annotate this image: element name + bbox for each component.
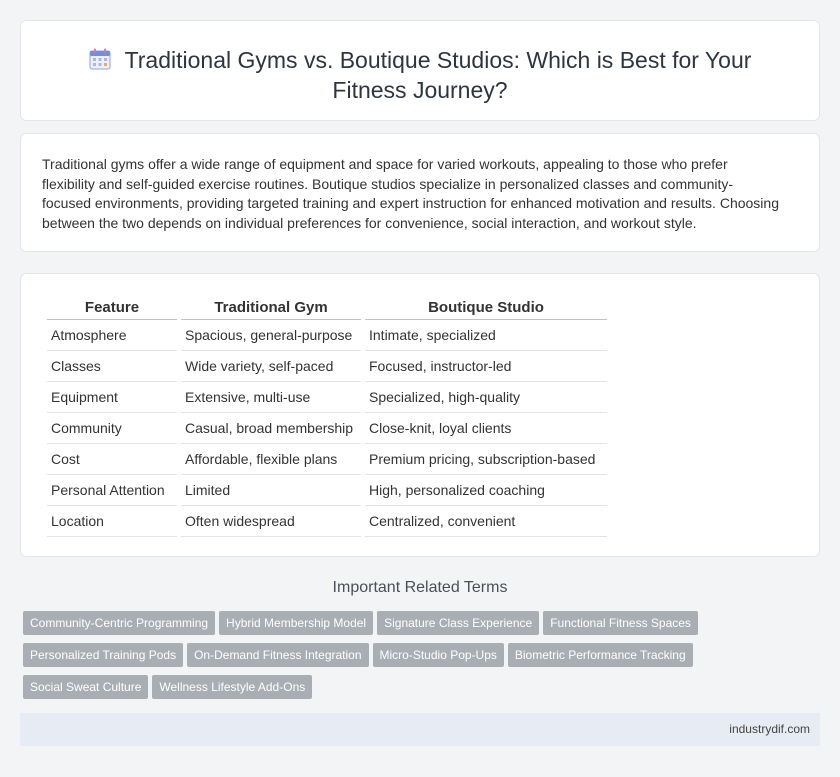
related-terms-title: Important Related Terms [332, 579, 508, 596]
cell-feature: Community [47, 413, 177, 444]
cell-feature: Classes [47, 351, 177, 382]
table-header-row: Feature Traditional Gym Boutique Studio [47, 296, 607, 320]
cell-boutique: Specialized, high-quality [365, 382, 607, 413]
comparison-card: Feature Traditional Gym Boutique Studio … [20, 273, 820, 557]
related-term-tag[interactable]: Personalized Training Pods [23, 643, 184, 667]
related-term-tag[interactable]: Biometric Performance Tracking [507, 643, 693, 667]
footer: industrydif.com [20, 713, 820, 746]
table-row: Classes Wide variety, self-paced Focused… [47, 351, 607, 382]
cell-boutique: Close-knit, loyal clients [365, 413, 607, 444]
cell-feature: Location [47, 506, 177, 537]
table-row: Cost Affordable, flexible plans Premium … [47, 444, 607, 475]
header-traditional-gym: Traditional Gym [181, 296, 361, 320]
related-term-tag[interactable]: Wellness Lifestyle Add-Ons [152, 675, 313, 699]
cell-feature: Personal Attention [47, 475, 177, 506]
table-row: Location Often widespread Centralized, c… [47, 506, 607, 537]
cell-feature: Atmosphere [47, 320, 177, 351]
comparison-table: Feature Traditional Gym Boutique Studio … [43, 296, 611, 537]
cell-boutique: Centralized, convenient [365, 506, 607, 537]
related-term-tag[interactable]: Signature Class Experience [377, 611, 540, 635]
cell-traditional: Wide variety, self-paced [181, 351, 361, 382]
header-feature: Feature [47, 296, 177, 320]
table-row: Atmosphere Spacious, general-purpose Int… [47, 320, 607, 351]
cell-boutique: Focused, instructor-led [365, 351, 607, 382]
cell-traditional: Extensive, multi-use [181, 382, 361, 413]
cell-traditional: Limited [181, 475, 361, 506]
cell-traditional: Spacious, general-purpose [181, 320, 361, 351]
related-term-tag[interactable]: Hybrid Membership Model [219, 611, 374, 635]
cell-traditional: Affordable, flexible plans [181, 444, 361, 475]
cell-boutique: High, personalized coaching [365, 475, 607, 506]
related-term-tag[interactable]: Micro-Studio Pop-Ups [372, 643, 504, 667]
table-row: Community Casual, broad membership Close… [47, 413, 607, 444]
cell-feature: Equipment [47, 382, 177, 413]
intro-paragraph: Traditional gyms offer a wide range of e… [42, 156, 779, 231]
cell-feature: Cost [47, 444, 177, 475]
related-term-tag[interactable]: Functional Fitness Spaces [543, 611, 698, 635]
title-card: Traditional Gyms vs. Boutique Studios: W… [20, 20, 820, 121]
cell-boutique: Premium pricing, subscription-based [365, 444, 607, 475]
header-boutique-studio: Boutique Studio [365, 296, 607, 320]
intro-card: Traditional gyms offer a wide range of e… [20, 133, 820, 252]
page-title-wrap: Traditional Gyms vs. Boutique Studios: W… [61, 45, 779, 105]
table-row: Personal Attention Limited High, persona… [47, 475, 607, 506]
footer-site-link[interactable]: industrydif.com [729, 722, 810, 736]
cell-traditional: Often widespread [181, 506, 361, 537]
page-title: Traditional Gyms vs. Boutique Studios: W… [124, 47, 752, 103]
cell-traditional: Casual, broad membership [181, 413, 361, 444]
related-term-tag[interactable]: Social Sweat Culture [23, 675, 149, 699]
related-terms-list: Community-Centric Programming Hybrid Memb… [23, 611, 823, 707]
cell-boutique: Intimate, specialized [365, 320, 607, 351]
related-term-tag[interactable]: Community-Centric Programming [23, 611, 216, 635]
related-term-tag[interactable]: On-Demand Fitness Integration [187, 643, 369, 667]
calendar-icon [89, 47, 111, 70]
table-row: Equipment Extensive, multi-use Specializ… [47, 382, 607, 413]
